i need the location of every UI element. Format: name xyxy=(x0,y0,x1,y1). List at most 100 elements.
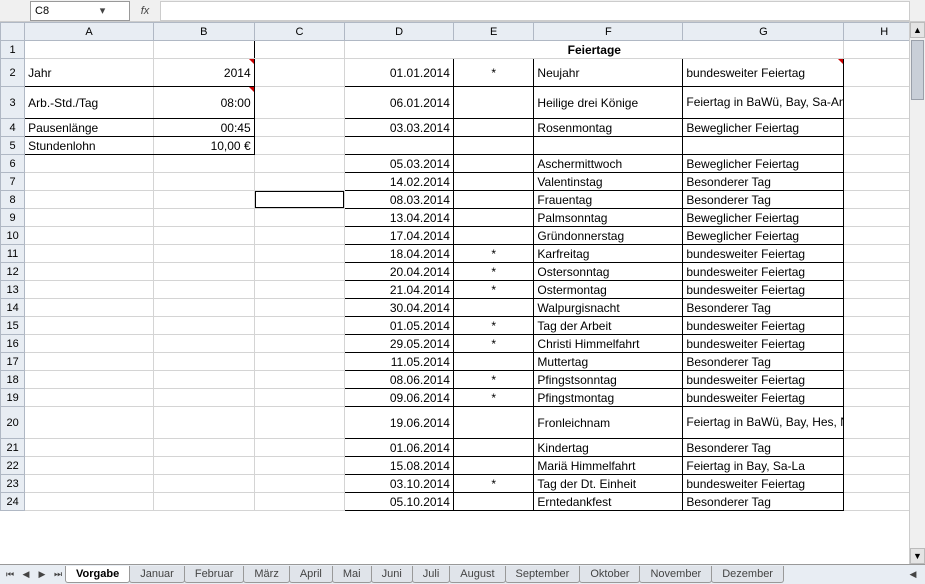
cell[interactable] xyxy=(153,335,254,353)
cell[interactable]: * xyxy=(453,475,534,493)
sheet-tab[interactable]: März xyxy=(243,566,289,583)
cell[interactable]: Christi Himmelfahrt xyxy=(534,335,683,353)
cell[interactable] xyxy=(254,353,345,371)
row-head[interactable]: 16 xyxy=(1,335,25,353)
cell[interactable]: Feiertag in Bay, Sa-La xyxy=(683,457,844,475)
row-head[interactable]: 22 xyxy=(1,457,25,475)
cell[interactable] xyxy=(153,353,254,371)
row-head[interactable]: 5 xyxy=(1,137,25,155)
tab-nav-last-icon[interactable]: ⏭ xyxy=(50,567,66,583)
cell[interactable] xyxy=(25,227,154,245)
cell[interactable]: bundesweiter Feiertag xyxy=(683,371,844,389)
cell[interactable]: 01.05.2014 xyxy=(345,317,454,335)
cell[interactable]: Besonderer Tag xyxy=(683,439,844,457)
cell[interactable]: Ostersonntag xyxy=(534,263,683,281)
vertical-scrollbar[interactable]: ▲ ▼ xyxy=(909,22,925,564)
col-head[interactable]: G xyxy=(683,23,844,41)
cell[interactable]: 20.04.2014 xyxy=(345,263,454,281)
cell[interactable]: 05.03.2014 xyxy=(345,155,454,173)
cell[interactable]: Pfingstsonntag xyxy=(534,371,683,389)
cell[interactable]: Tag der Dt. Einheit xyxy=(534,475,683,493)
cell[interactable] xyxy=(453,227,534,245)
cell[interactable]: 01.06.2014 xyxy=(345,439,454,457)
cell[interactable] xyxy=(153,173,254,191)
cell-val-wage[interactable]: 10,00 € xyxy=(153,137,254,155)
cell[interactable] xyxy=(254,119,345,137)
cell[interactable]: bundesweiter Feiertag xyxy=(683,475,844,493)
cell[interactable] xyxy=(25,281,154,299)
cell[interactable] xyxy=(453,191,534,209)
scroll-up-icon[interactable]: ▲ xyxy=(910,22,925,38)
cell[interactable] xyxy=(453,299,534,317)
cell[interactable] xyxy=(153,281,254,299)
cell[interactable] xyxy=(254,87,345,119)
sheet-tab[interactable]: Dezember xyxy=(711,566,784,583)
row-head[interactable]: 15 xyxy=(1,317,25,335)
row-head[interactable]: 11 xyxy=(1,245,25,263)
cell[interactable] xyxy=(254,317,345,335)
cell[interactable] xyxy=(453,87,534,119)
cell[interactable]: bundesweiter Feiertag xyxy=(683,263,844,281)
cell[interactable] xyxy=(153,439,254,457)
row-head[interactable]: 2 xyxy=(1,59,25,87)
cell[interactable]: 19.06.2014 xyxy=(345,407,454,439)
cell[interactable] xyxy=(25,263,154,281)
cell[interactable]: 30.04.2014 xyxy=(345,299,454,317)
holidays-header[interactable]: Feiertage xyxy=(345,41,844,59)
cell[interactable]: Aschermittwoch xyxy=(534,155,683,173)
cell[interactable] xyxy=(453,119,534,137)
cell[interactable] xyxy=(254,245,345,263)
cell[interactable] xyxy=(453,407,534,439)
cell[interactable]: Gründonnerstag xyxy=(534,227,683,245)
row-head[interactable]: 3 xyxy=(1,87,25,119)
cell[interactable] xyxy=(153,41,254,59)
selected-cell[interactable] xyxy=(254,191,345,209)
cell-label-wage[interactable]: Stundenlohn xyxy=(25,137,154,155)
cell[interactable]: Frauentag xyxy=(534,191,683,209)
row-head[interactable]: 19 xyxy=(1,389,25,407)
cell[interactable]: * xyxy=(453,245,534,263)
cell[interactable] xyxy=(25,457,154,475)
cell[interactable]: Karfreitag xyxy=(534,245,683,263)
cell[interactable] xyxy=(453,457,534,475)
cell[interactable]: Valentinstag xyxy=(534,173,683,191)
col-head[interactable]: B xyxy=(153,23,254,41)
cell[interactable] xyxy=(254,137,345,155)
cell[interactable] xyxy=(153,371,254,389)
formula-input[interactable] xyxy=(160,1,910,21)
cell[interactable] xyxy=(153,245,254,263)
cell[interactable]: Tag der Arbeit xyxy=(534,317,683,335)
cell[interactable]: * xyxy=(453,263,534,281)
cell[interactable] xyxy=(254,299,345,317)
cell-label-hours[interactable]: Arb.-Std./Tag xyxy=(25,87,154,119)
tab-nav-prev-icon[interactable]: ◀ xyxy=(18,567,34,583)
col-head[interactable]: E xyxy=(453,23,534,41)
cell[interactable] xyxy=(453,155,534,173)
cell[interactable] xyxy=(25,299,154,317)
cell[interactable] xyxy=(254,173,345,191)
cell[interactable] xyxy=(25,317,154,335)
cell[interactable]: Heilige drei Könige xyxy=(534,87,683,119)
cell[interactable] xyxy=(254,389,345,407)
cell[interactable]: Besonderer Tag xyxy=(683,191,844,209)
scroll-down-icon[interactable]: ▼ xyxy=(910,548,925,564)
cell[interactable]: Kindertag xyxy=(534,439,683,457)
tab-nav-next-icon[interactable]: ▶ xyxy=(34,567,50,583)
cell[interactable]: * xyxy=(453,371,534,389)
cell[interactable] xyxy=(25,335,154,353)
cell[interactable] xyxy=(254,493,345,511)
name-box-dropdown-icon[interactable]: ▾ xyxy=(80,4,125,17)
sheet-tab[interactable]: April xyxy=(289,566,333,583)
row-head[interactable]: 21 xyxy=(1,439,25,457)
row-head[interactable]: 20 xyxy=(1,407,25,439)
cell[interactable] xyxy=(534,137,683,155)
row-head[interactable]: 12 xyxy=(1,263,25,281)
cell[interactable]: 05.10.2014 xyxy=(345,493,454,511)
row-head[interactable]: 7 xyxy=(1,173,25,191)
col-head[interactable]: F xyxy=(534,23,683,41)
cell[interactable] xyxy=(254,475,345,493)
sheet-tab[interactable]: Juni xyxy=(371,566,413,583)
cell[interactable]: bundesweiter Feiertag xyxy=(683,59,844,87)
cell-val-hours[interactable]: 08:00 xyxy=(153,87,254,119)
spreadsheet-grid[interactable]: A B C D E F G H 1 Feiertage 2 Jahr 2014 … xyxy=(0,22,925,511)
